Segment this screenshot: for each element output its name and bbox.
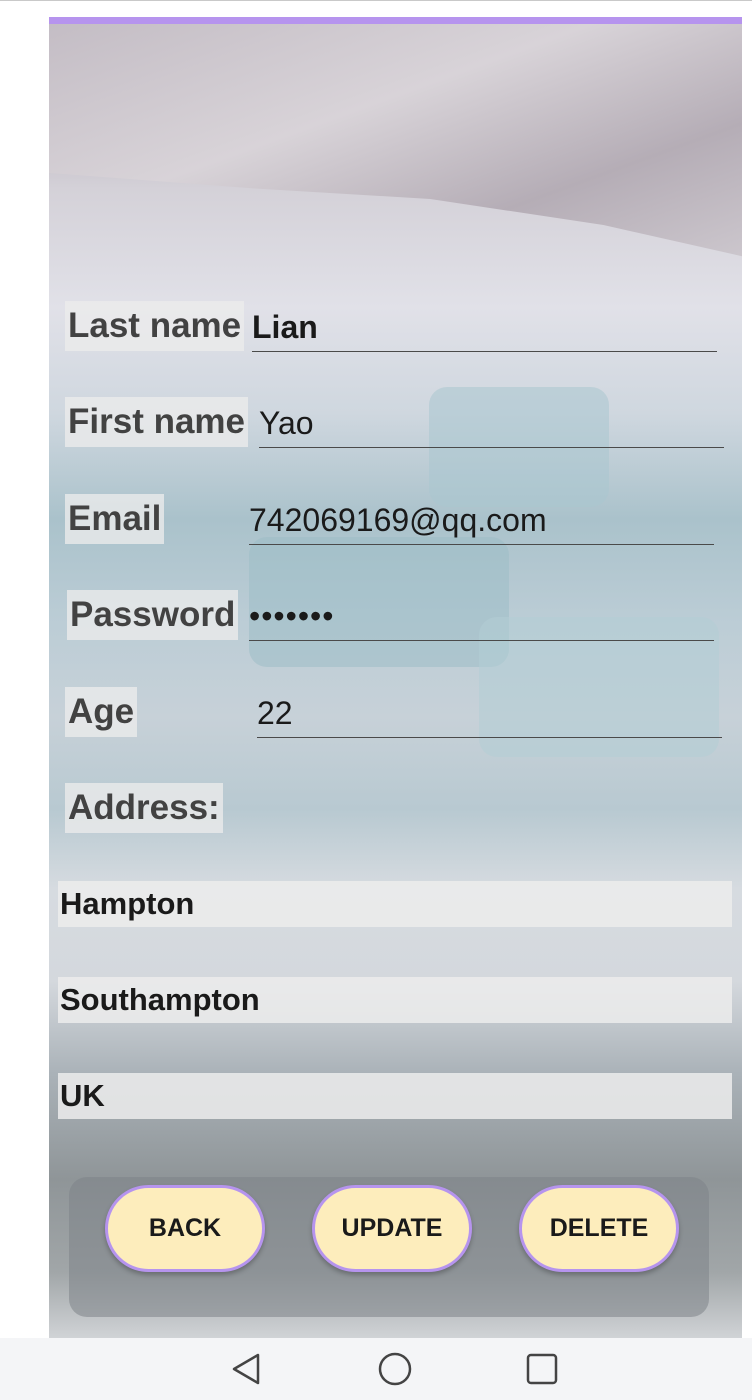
email-input[interactable]: 742069169@qq.com [249,496,714,545]
address-line-1-input[interactable]: Hampton [58,881,732,927]
system-navigation-bar [0,1338,752,1400]
password-label: Password [67,590,239,640]
address-line-2-input[interactable]: Southampton [58,977,732,1023]
age-input[interactable]: 22 [257,689,722,738]
top-accent-bar [49,17,742,24]
update-button[interactable]: UPDATE [312,1185,472,1272]
status-divider [0,0,752,1]
last-name-input[interactable]: Lian [252,303,717,352]
background-photo-mountain [49,17,742,257]
password-input[interactable]: ••••••• [249,592,714,641]
back-button[interactable]: BACK [105,1185,265,1272]
last-name-label: Last name [65,301,245,351]
delete-button[interactable]: DELETE [519,1185,679,1272]
back-triangle-icon[interactable] [228,1351,264,1387]
home-circle-icon[interactable] [377,1351,413,1387]
address-line-3-input[interactable]: UK [58,1073,732,1119]
first-name-label: First name [65,397,248,447]
first-name-input[interactable]: Yao [259,399,724,448]
age-label: Age [65,687,138,737]
email-label: Email [65,494,165,544]
app-screen: Last name Lian First name Yao Email 7420… [49,17,742,1338]
address-label: Address: [65,783,223,833]
recents-square-icon[interactable] [524,1351,560,1387]
